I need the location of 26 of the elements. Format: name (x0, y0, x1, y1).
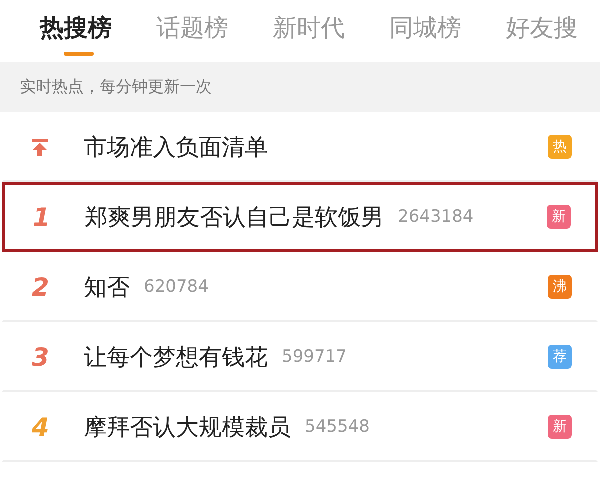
rank-number: 1 (33, 202, 50, 232)
search-count: 620784 (144, 277, 209, 297)
rank-number: 4 (32, 412, 50, 442)
search-count: 545548 (305, 417, 370, 437)
topic-title: 知否 (84, 274, 130, 302)
topic-title: 市场准入负面清单 (84, 134, 268, 162)
hot-search-row[interactable]: 3 让每个梦想有钱花 599717 荐 (2, 322, 598, 392)
topic-title: 郑爽男朋友否认自己是软饭男 (85, 204, 384, 232)
hot-search-row[interactable]: 1 郑爽男朋友否认自己是软饭男 2643184 新 (2, 182, 598, 252)
tab[interactable]: 热搜榜 (30, 0, 122, 60)
topic-title: 摩拜否认大规模裁员 (84, 414, 291, 442)
topic-badge: 沸 (548, 275, 572, 299)
topic-badge: 新 (547, 205, 571, 229)
pin-top-icon (30, 137, 50, 157)
rank-number: 2 (32, 272, 50, 302)
hot-search-row[interactable]: 市场准入负面清单 热 (2, 112, 598, 182)
hot-search-row[interactable]: 4 摩拜否认大规模裁员 545548 新 (2, 392, 598, 462)
rank-number: 3 (32, 342, 50, 372)
search-count: 599717 (282, 347, 347, 367)
search-count: 2643184 (398, 207, 474, 227)
topic-badge: 新 (548, 415, 572, 439)
topic-badge: 热 (548, 135, 572, 159)
topic-title: 让每个梦想有钱花 (84, 344, 268, 372)
hot-search-row[interactable]: 2 知否 620784 沸 (2, 252, 598, 322)
notice-text: 实时热点，每分钟更新一次 (20, 76, 212, 98)
topic-badge: 荐 (548, 345, 572, 369)
